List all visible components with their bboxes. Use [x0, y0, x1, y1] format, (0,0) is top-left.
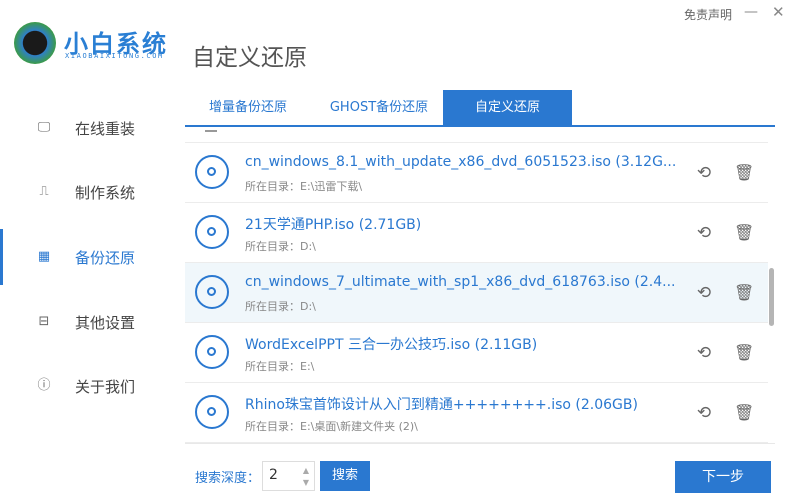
sidebar-item-about[interactable]: ⓘ 关于我们 [0, 358, 185, 414]
divider [185, 443, 775, 444]
file-name: 21天学通PHP.iso (2.71GB) [245, 217, 422, 233]
sidebar-item-online-install[interactable]: 🖵 在线重装 [0, 100, 185, 156]
disc-icon [195, 395, 229, 429]
tab-incremental-backup[interactable]: 增量备份还原 [193, 90, 303, 125]
sidebar-item-label: 在线重装 [75, 119, 136, 138]
trash-icon[interactable]: 🗑 [734, 223, 754, 243]
spin-up-icon[interactable]: ▲ [303, 466, 309, 475]
disc-icon [195, 275, 229, 309]
usb-icon: ⎍ [39, 184, 49, 199]
search-depth-label: 搜索深度： [195, 471, 261, 486]
restore-icon[interactable]: ⟲ [694, 403, 714, 423]
list-item[interactable]: Rhino珠宝首饰设计从入门到精通++++++++.iso (2.06GB) 所在… [185, 383, 768, 443]
brand-subtitle: XIAOBAIXITONG.COM [65, 52, 164, 60]
grid-icon: ▦ [37, 249, 51, 264]
sidebar-item-label: 其他设置 [75, 313, 136, 332]
page-title: 自定义还原 [192, 45, 307, 71]
sidebar-item-other-settings[interactable]: ⊟ 其他设置 [0, 294, 185, 350]
list-item[interactable]: 21天学通PHP.iso (2.71GB) 所在目录：D:\ ⟲ 🗑 [185, 203, 768, 263]
file-path: 所在目录：D:\ [245, 300, 316, 313]
restore-icon[interactable]: ⟲ [694, 343, 714, 363]
restore-icon[interactable]: ⟲ [694, 223, 714, 243]
tab-underline [185, 125, 775, 127]
partial-row [205, 130, 217, 132]
sidebar-item-make-system[interactable]: ⎍ 制作系统 [0, 164, 185, 220]
minimize-button[interactable]: — [744, 4, 758, 20]
trash-icon[interactable]: 🗑 [734, 403, 754, 423]
search-depth-stepper[interactable]: 2 ▲ ▼ [262, 461, 315, 491]
disc-icon [195, 215, 229, 249]
disc-icon [195, 155, 229, 189]
sidebar-item-backup-restore[interactable]: ▦ 备份还原 [0, 229, 185, 285]
trash-icon[interactable]: 🗑 [734, 283, 754, 303]
close-button[interactable]: ✕ [772, 3, 785, 21]
next-step-button[interactable]: 下一步 [675, 461, 771, 493]
tab-ghost-backup[interactable]: GHOST备份还原 [317, 90, 441, 125]
logo-icon [14, 22, 56, 64]
file-path: 所在目录：E:\迅雷下载\ [245, 180, 363, 193]
briefcase-icon: ⊟ [38, 314, 50, 329]
spin-down-icon[interactable]: ▼ [303, 478, 309, 487]
file-path: 所在目录：D:\ [245, 240, 316, 253]
tab-custom-restore[interactable]: 自定义还原 [443, 90, 572, 125]
trash-icon[interactable]: 🗑 [734, 343, 754, 363]
sidebar-item-label: 备份还原 [75, 248, 136, 267]
search-button[interactable]: 搜索 [320, 461, 370, 491]
file-name: cn_windows_7_ultimate_with_sp1_x86_dvd_6… [245, 274, 676, 290]
file-path: 所在目录：E:\ [245, 360, 315, 373]
file-name: Rhino珠宝首饰设计从入门到精通++++++++.iso (2.06GB) [245, 397, 638, 413]
disc-icon [195, 335, 229, 369]
monitor-icon: 🖵 [37, 120, 51, 135]
list-item[interactable]: cn_windows_7_ultimate_with_sp1_x86_dvd_6… [185, 263, 768, 323]
file-name: WordExcelPPT 三合一办公技巧.iso (2.11GB) [245, 337, 538, 353]
info-icon: ⓘ [37, 378, 51, 393]
scrollbar-thumb[interactable] [769, 268, 774, 326]
restore-icon[interactable]: ⟲ [694, 163, 714, 183]
sidebar-item-label: 关于我们 [75, 377, 136, 396]
search-depth-value: 2 [269, 467, 278, 483]
sidebar-item-label: 制作系统 [75, 183, 136, 202]
list-item[interactable]: cn_windows_8.1_with_update_x86_dvd_60515… [185, 143, 768, 203]
file-name: cn_windows_8.1_with_update_x86_dvd_60515… [245, 154, 677, 170]
trash-icon[interactable]: 🗑 [734, 163, 754, 183]
file-path: 所在目录：E:\桌面\新建文件夹 (2)\ [245, 420, 418, 433]
disclaimer-link[interactable]: 免责声明 [684, 6, 732, 23]
restore-icon[interactable]: ⟲ [694, 283, 714, 303]
list-item[interactable]: WordExcelPPT 三合一办公技巧.iso (2.11GB) 所在目录：E:… [185, 323, 768, 383]
